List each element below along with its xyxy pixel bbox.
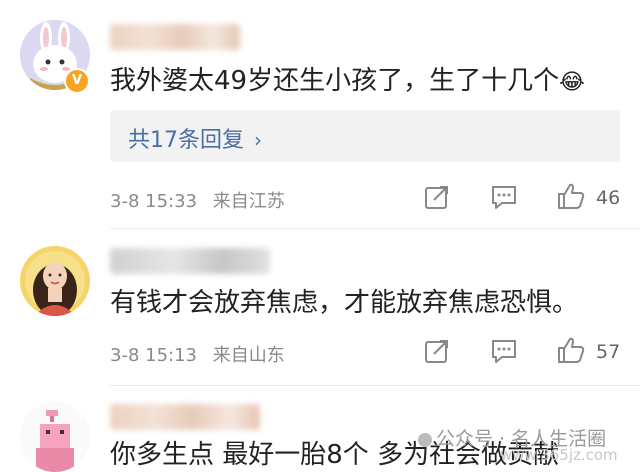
chevron-right-icon: › bbox=[254, 128, 262, 152]
like-button[interactable] bbox=[556, 336, 586, 368]
like-count: 57 bbox=[596, 341, 621, 363]
wechat-logo-icon bbox=[418, 432, 432, 447]
comment-location: 来自山东 bbox=[212, 345, 285, 366]
woman-avatar-icon bbox=[20, 246, 90, 316]
comment-text-body: 我外婆太49岁还生小孩了，生了十几个 bbox=[110, 66, 560, 96]
comment-button[interactable] bbox=[490, 338, 518, 368]
share-icon bbox=[425, 340, 448, 363]
comment-icon bbox=[492, 186, 516, 209]
comment-meta: 3-8 15:13 来自山东 bbox=[110, 341, 295, 367]
divider bbox=[110, 385, 640, 386]
comment-date: 3-8 15:13 bbox=[110, 345, 197, 366]
divider bbox=[110, 228, 640, 229]
laughing-emoji-icon: 😂 bbox=[559, 70, 585, 95]
thumbs-up-icon bbox=[558, 337, 585, 363]
like-button[interactable] bbox=[556, 182, 586, 214]
avatar[interactable] bbox=[20, 246, 90, 316]
view-replies-link[interactable]: 共17条回复 › bbox=[128, 122, 262, 154]
username-blurred[interactable] bbox=[110, 248, 270, 274]
comment-meta: 3-8 15:33 来自江苏 bbox=[110, 187, 295, 213]
username-blurred[interactable] bbox=[110, 404, 260, 430]
share-icon bbox=[425, 186, 448, 209]
comment-icon bbox=[492, 340, 516, 363]
share-button[interactable] bbox=[424, 184, 450, 214]
comment-item: 有钱才会放弃焦虑，才能放弃焦虑恐惧。 3-8 15:13 来自山东 57 bbox=[0, 230, 640, 390]
comment-date: 3-8 15:33 bbox=[110, 191, 197, 212]
username-blurred[interactable] bbox=[110, 24, 240, 50]
like-count: 46 bbox=[596, 187, 621, 209]
avatar[interactable] bbox=[20, 402, 90, 472]
comment-button[interactable] bbox=[490, 184, 518, 214]
share-button[interactable] bbox=[424, 338, 450, 368]
replies-label: 共17条回复 bbox=[128, 128, 244, 153]
comment-text: 有钱才会放弃焦虑，才能放弃焦虑恐惧。 bbox=[110, 288, 579, 318]
comment-location: 来自江苏 bbox=[212, 191, 285, 212]
replies-box[interactable]: 共17条回复 › bbox=[110, 110, 620, 162]
verified-badge-icon: V bbox=[64, 68, 90, 94]
site-watermark: www.365jz.com bbox=[500, 446, 618, 464]
comment-text: 我外婆太49岁还生小孩了，生了十几个😂 bbox=[110, 60, 585, 97]
pixel-character-avatar-icon bbox=[20, 402, 90, 472]
comment-item: V 我外婆太49岁还生小孩了，生了十几个😂 共17条回复 › 3-8 15:33 … bbox=[0, 0, 640, 230]
thumbs-up-icon bbox=[558, 183, 585, 209]
